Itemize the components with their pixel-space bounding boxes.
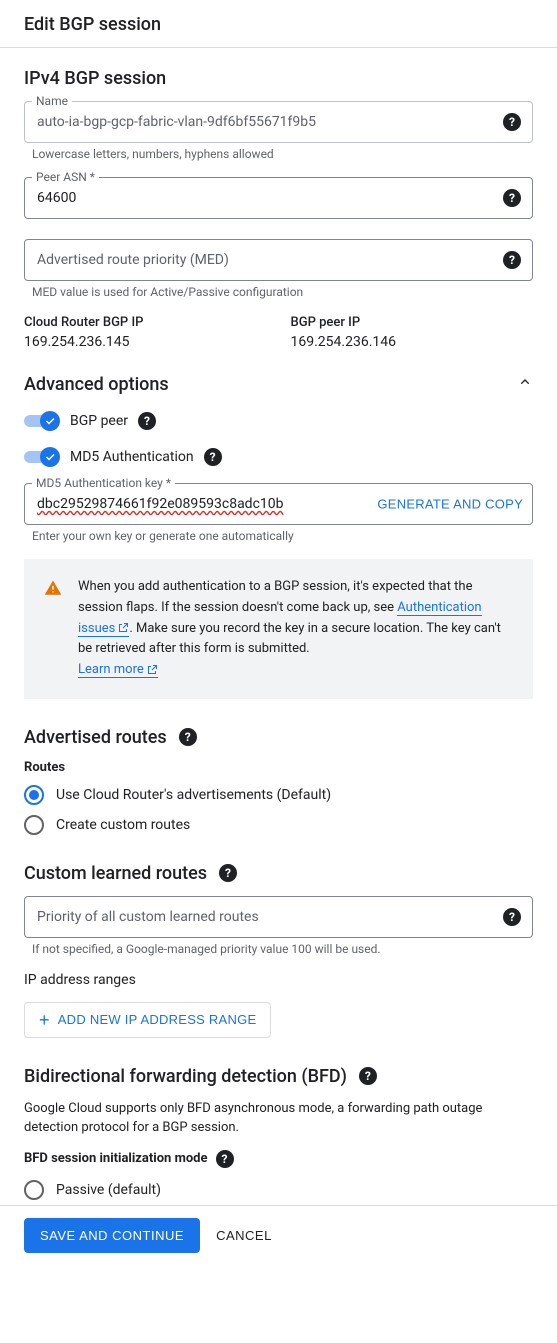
routes-label: Routes [24,760,533,775]
bfd-passive-label: Passive (default) [56,1182,161,1198]
bgp-peer-col: BGP peer IP 169.254.236.146 [291,315,534,350]
bgp-peer-value: 169.254.236.146 [291,334,534,350]
peer-asn-field-wrap: Peer ASN * ? [24,177,533,219]
bgp-peer-label: BGP peer IP [291,315,534,330]
ip-ranges-title: IP address ranges [24,972,533,988]
routes-option-custom[interactable]: Create custom routes [24,815,533,835]
md5-info-box: When you add authentication to a BGP ses… [24,559,533,699]
help-icon[interactable]: ? [219,864,237,882]
cloud-router-value: 169.254.236.145 [24,334,267,350]
priority-field-wrap: ? [24,896,533,938]
priority-help-text: If not specified, a Google-managed prior… [32,942,533,956]
ipv4-section-title: IPv4 BGP session [24,68,533,89]
bgp-peer-toggle-row: BGP peer ? [24,411,533,431]
name-input: auto-ia-bgp-gcp-fabric-vlan-9df6bf55671f… [24,101,533,143]
help-icon[interactable]: ? [503,113,521,131]
bfd-passive-option[interactable]: Passive (default) [24,1180,533,1200]
help-icon[interactable]: ? [359,1067,377,1085]
page-title: Edit BGP session [24,14,533,35]
peer-asn-label: Peer ASN * [32,170,99,184]
md5-toggle-row: MD5 Authentication ? [24,447,533,467]
md5-help-text: Enter your own key or generate one autom… [32,529,533,543]
info-text: When you add authentication to a BGP ses… [78,577,513,681]
external-link-icon [117,622,129,634]
bgp-peer-toggle-label: BGP peer [70,413,128,429]
learn-more-link[interactable]: Learn more [78,662,158,678]
name-label: Name [32,94,72,108]
radio-icon [24,815,44,835]
bfd-title: Bidirectional forwarding detection (BFD)… [24,1066,533,1087]
advanced-options-toggle[interactable]: Advanced options [24,374,533,395]
form-content: IPv4 BGP session Name auto-ia-bgp-gcp-fa… [0,48,557,1343]
ip-columns: Cloud Router BGP IP 169.254.236.145 BGP … [24,315,533,350]
advanced-title: Advanced options [24,374,169,395]
help-icon[interactable]: ? [179,728,197,746]
plus-icon: + [39,1011,50,1029]
med-field-wrap: ? [24,239,533,281]
routes-option-default[interactable]: Use Cloud Router's advertisements (Defau… [24,785,533,805]
priority-input[interactable] [24,896,533,938]
routes-option-custom-label: Create custom routes [56,817,190,833]
cloud-router-label: Cloud Router BGP IP [24,315,267,330]
med-help-text: MED value is used for Active/Passive con… [32,285,533,299]
generate-copy-button[interactable]: GENERATE AND COPY [377,497,523,512]
md5-switch[interactable] [24,447,60,467]
md5-field-wrap: MD5 Authentication key * dbc29529874661f… [24,483,533,525]
radio-checked-icon [24,785,44,805]
med-input[interactable] [24,239,533,281]
warning-icon [44,579,62,597]
routes-option-default-label: Use Cloud Router's advertisements (Defau… [56,787,331,803]
add-ip-range-button[interactable]: + ADD NEW IP ADDRESS RANGE [24,1002,271,1038]
peer-asn-input[interactable] [24,177,533,219]
md5-label: MD5 Authentication key * [32,476,175,490]
md5-toggle-label: MD5 Authentication [70,449,194,465]
save-continue-button[interactable]: SAVE AND CONTINUE [24,1218,200,1253]
custom-learned-title: Custom learned routes ? [24,863,533,884]
page-header: Edit BGP session [0,0,557,48]
name-field-wrap: Name auto-ia-bgp-gcp-fabric-vlan-9df6bf5… [24,101,533,143]
help-icon[interactable]: ? [138,412,156,430]
bfd-description: Google Cloud supports only BFD asynchron… [24,1099,533,1138]
help-icon[interactable]: ? [204,448,222,466]
footer-bar: SAVE AND CONTINUE CANCEL [0,1205,557,1265]
help-icon[interactable]: ? [503,251,521,269]
external-link-icon [146,664,158,676]
help-icon[interactable]: ? [503,908,521,926]
help-icon[interactable]: ? [216,1150,234,1168]
chevron-up-icon [517,374,533,395]
radio-icon [24,1180,44,1200]
bgp-peer-switch[interactable] [24,411,60,431]
cancel-button[interactable]: CANCEL [216,1228,272,1243]
cloud-router-col: Cloud Router BGP IP 169.254.236.145 [24,315,267,350]
advertised-routes-title: Advertised routes ? [24,727,533,748]
name-help-text: Lowercase letters, numbers, hyphens allo… [32,147,533,161]
help-icon[interactable]: ? [503,189,521,207]
bfd-mode-label: BFD session initialization mode ? [24,1150,533,1168]
